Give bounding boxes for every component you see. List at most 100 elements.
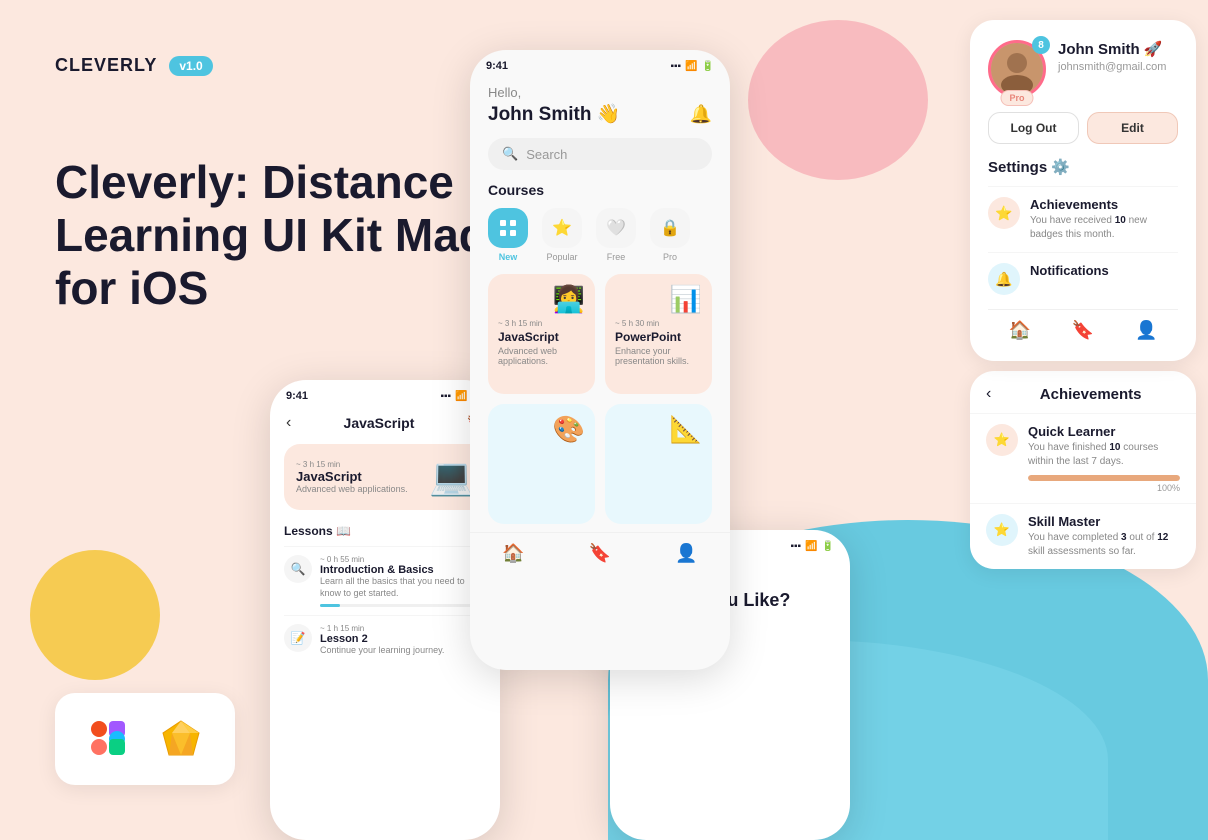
status-bar-1: 9:41 ▪▪▪ 📶 🔋 (270, 380, 500, 402)
lesson-duration-1: ~ 0 h 55 min (320, 555, 486, 564)
course-tabs: New ⭐ Popular 🤍 Free 🔒 Pro (488, 208, 712, 262)
tab-free[interactable]: 🤍 Free (596, 208, 636, 262)
quick-learner-icon: ⭐ (986, 424, 1018, 456)
tab-new-label: New (499, 252, 518, 262)
setting-achievements[interactable]: ⭐ Achievements You have received 10 new … (988, 186, 1178, 252)
course-card-pp[interactable]: 📊 ~ 5 h 30 min PowerPoint Enhance your p… (605, 274, 712, 394)
avatar-wrap: Pro 8 (988, 40, 1046, 98)
course-duration-pp: ~ 5 h 30 min (615, 319, 702, 328)
bell-icon[interactable]: 🔔 (690, 104, 712, 125)
profile-top: Pro 8 John Smith 🚀 johnsmith@gmail.com (988, 40, 1178, 98)
tab-popular[interactable]: ⭐ Popular (542, 208, 582, 262)
notifications-label: Notifications (1030, 263, 1178, 278)
nav-home-icon-profile[interactable]: 🏠 (1008, 320, 1030, 341)
lesson-desc-1: Learn all the basics that you need to kn… (320, 576, 486, 599)
notifications-text: Notifications (1030, 263, 1178, 278)
course-desc-js: Advanced web applications. (498, 346, 585, 366)
tab-pro-label: Pro (663, 252, 677, 262)
course-card-js[interactable]: 👩‍💻 ~ 3 h 15 min JavaScript Advanced web… (488, 274, 595, 394)
course-illus-extra2: 📐 (615, 414, 702, 445)
course-desc: Advanced web applications. (296, 484, 408, 494)
quick-learner-progress-bar (1028, 475, 1180, 481)
course-name-js: JavaScript (498, 330, 585, 344)
achievements-text: Achievements You have received 10 new ba… (1030, 197, 1178, 242)
lesson-item-2[interactable]: 📝 ~ 1 h 15 min Lesson 2 Continue your le… (284, 615, 486, 665)
phone-javascript-detail: 9:41 ▪▪▪ 📶 🔋 ‹ JavaScript 🔖 ~ 3 h 15 min… (270, 380, 500, 840)
tab-pro-icon: 🔒 (650, 208, 690, 248)
nav-user-icon-profile[interactable]: 👤 (1135, 320, 1157, 341)
tab-free-icon: 🤍 (596, 208, 636, 248)
course-banner: ~ 3 h 15 min JavaScript Advanced web app… (284, 444, 486, 510)
search-placeholder: Search (526, 147, 567, 162)
nav-bookmark-icon-profile[interactable]: 🔖 (1072, 320, 1094, 341)
tab-pro[interactable]: 🔒 Pro (650, 208, 690, 262)
lessons-title: Lessons 📖 (284, 524, 486, 538)
skill-master-info: Skill Master You have completed 3 out of… (1028, 514, 1180, 559)
lesson-progress-bar-1 (320, 604, 486, 607)
course-card-extra1[interactable]: 🎨 (488, 404, 595, 524)
courses-section: Courses New ⭐ Popular (470, 182, 730, 524)
tab-new[interactable]: New (488, 208, 528, 262)
course-illus-js: 👩‍💻 (498, 284, 585, 315)
search-bar[interactable]: 🔍 Search (488, 138, 712, 170)
status-bar-2: 9:41 ▪▪▪ 📶 🔋 (470, 50, 730, 72)
course-cards: 👩‍💻 ~ 3 h 15 min JavaScript Advanced web… (488, 274, 712, 394)
course-duration: ~ 3 h 15 min (296, 460, 408, 469)
tab-popular-label: Popular (546, 252, 577, 262)
profile-card: Pro 8 John Smith 🚀 johnsmith@gmail.com L… (970, 20, 1196, 361)
achievements-back-button[interactable]: ‹ (986, 385, 991, 403)
notification-count-badge: 8 (1032, 36, 1050, 54)
achievement-skill-master[interactable]: ⭐ Skill Master You have completed 3 out … (970, 503, 1196, 569)
skill-master-desc: You have completed 3 out of 12 skill ass… (1028, 531, 1180, 559)
course-desc-pp: Enhance your presentation skills. (615, 346, 702, 366)
status-time-2: 9:41 (486, 60, 508, 72)
lesson-info-1: ~ 0 h 55 min Introduction & Basics Learn… (320, 555, 486, 607)
nav-home-icon[interactable]: 🏠 (502, 543, 524, 564)
greeting-text: Hello, (488, 85, 521, 100)
achievement-quick-learner[interactable]: ⭐ Quick Learner You have finished 10 cou… (970, 413, 1196, 503)
setting-notifications[interactable]: 🔔 Notifications (988, 252, 1178, 305)
sketch-icon (159, 717, 203, 761)
search-icon: 🔍 (502, 146, 518, 162)
achievements-desc: You have received 10 new badges this mon… (1030, 214, 1178, 242)
lessons-section: Lessons 📖 🔍 ~ 0 h 55 min Introduction & … (270, 514, 500, 665)
right-panel: Pro 8 John Smith 🚀 johnsmith@gmail.com L… (958, 0, 1208, 840)
course-card-extra2[interactable]: 📐 (605, 404, 712, 524)
greeting: Hello, John Smith 👋 🔔 (488, 84, 712, 126)
profile-name: John Smith 🚀 (1058, 40, 1178, 58)
nav-bookmark-icon[interactable]: 🔖 (589, 543, 611, 564)
lesson-item-1[interactable]: 🔍 ~ 0 h 55 min Introduction & Basics Lea… (284, 546, 486, 615)
tab-popular-icon: ⭐ (542, 208, 582, 248)
lesson-icon-2: 📝 (284, 624, 312, 652)
skill-master-icon: ⭐ (986, 514, 1018, 546)
edit-button[interactable]: Edit (1087, 112, 1178, 144)
phone1-title: JavaScript (344, 415, 415, 431)
back-button-1[interactable]: ‹ (286, 414, 291, 432)
brand-name: CLEVERLY (55, 55, 157, 76)
course-illustration: 💻 (429, 456, 474, 498)
achievements-card: ‹ Achievements ⭐ Quick Learner You have … (970, 371, 1196, 569)
tab-new-icon (488, 208, 528, 248)
status-time-1: 9:41 (286, 390, 308, 402)
phone2-bottom-nav: 🏠 🔖 👤 (470, 532, 730, 572)
version-badge: v1.0 (169, 56, 212, 76)
tools-card (55, 693, 235, 785)
lesson-duration-2: ~ 1 h 15 min (320, 624, 486, 633)
course-cards-row2: 🎨 📐 (488, 404, 712, 524)
logout-button[interactable]: Log Out (988, 112, 1079, 144)
quick-learner-progress-fill (1028, 475, 1180, 481)
figma-icon (87, 717, 131, 761)
course-illus-pp: 📊 (615, 284, 702, 315)
course-illus-extra1: 🎨 (498, 414, 585, 445)
pro-badge: Pro (1000, 90, 1033, 106)
courses-title: Courses (488, 182, 712, 198)
course-name-pp: PowerPoint (615, 330, 702, 344)
profile-bottom-nav: 🏠 🔖 👤 (988, 309, 1178, 345)
settings-title: Settings ⚙️ (988, 158, 1178, 176)
phone1-header: ‹ JavaScript 🔖 (270, 402, 500, 440)
profile-buttons: Log Out Edit (988, 112, 1178, 144)
status-icons-3: ▪▪▪ 📶 🔋 (790, 541, 834, 552)
nav-profile-icon[interactable]: 👤 (675, 543, 697, 564)
achievements-header: ‹ Achievements (970, 371, 1196, 413)
phones-area: 9:41 ▪▪▪ 📶 🔋 ‹ JavaScript 🔖 ~ 3 h 15 min… (270, 0, 970, 840)
